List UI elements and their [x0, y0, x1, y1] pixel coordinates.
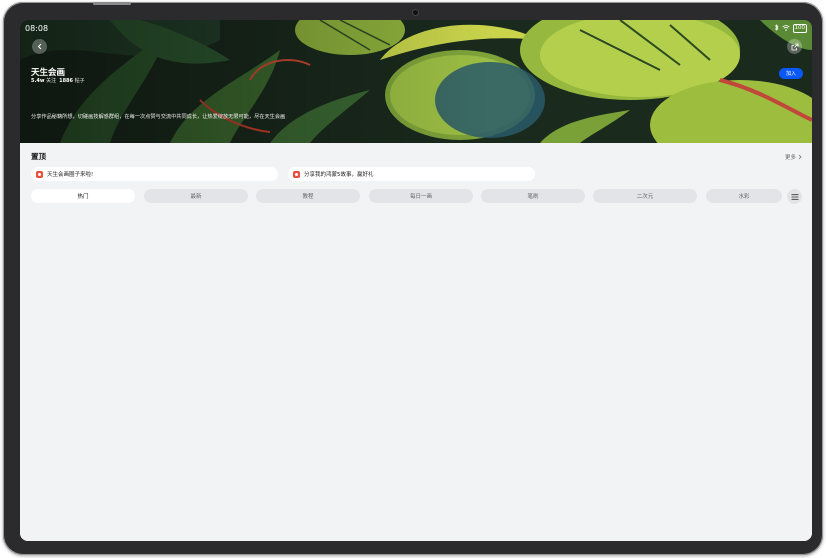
- more-link[interactable]: 更多: [785, 153, 802, 161]
- community-description: 分享作品秘籍所想，切磋画技解惑群组，在每一次点赞与交流中共同成长，让热爱绽放无限…: [31, 114, 286, 120]
- content-sheet: 置顶 更多 天生会画圈子来啦! 分享我的鸿蒙5故事，赢好礼 热门 最新 教程 每…: [20, 143, 812, 541]
- menu-icon: [791, 193, 798, 200]
- tab-anime[interactable]: 二次元: [593, 189, 697, 203]
- pinned-title: 置顶: [31, 152, 46, 161]
- tab-hot[interactable]: 热门: [31, 189, 135, 203]
- members-count: 5.4w: [31, 78, 45, 84]
- join-button[interactable]: 加入: [779, 68, 803, 79]
- more-label: 更多: [785, 155, 797, 161]
- pinned-item-text: 天生会画圈子来啦!: [47, 172, 94, 178]
- wifi-icon: [781, 24, 790, 33]
- screen: 08:08 100 天生会画 5.4w 关注 1886 帖子 分享作品秘籍所想，…: [20, 20, 812, 541]
- community-banner: 08:08 100 天生会画 5.4w 关注 1886 帖子 分享作品秘籍所想，…: [20, 20, 812, 143]
- posts-label: 帖子: [74, 78, 85, 84]
- pin-tag-icon: [293, 170, 300, 178]
- share-icon: [791, 43, 798, 50]
- tab-watercolor[interactable]: 水彩: [706, 189, 782, 203]
- chevron-left-icon: [37, 43, 41, 50]
- volume-button: [93, 2, 131, 5]
- posts-count: 1886: [59, 78, 74, 84]
- pinned-item[interactable]: 分享我的鸿蒙5故事，赢好礼: [288, 167, 535, 181]
- tabs-menu-button[interactable]: [787, 189, 802, 204]
- status-time: 08:08: [25, 24, 49, 33]
- tab-latest[interactable]: 最新: [144, 189, 248, 203]
- pinned-item-text: 分享我的鸿蒙5故事，赢好礼: [304, 172, 374, 178]
- pinned-item[interactable]: 天生会画圈子来啦!: [31, 167, 278, 181]
- chevron-right-icon: [798, 154, 802, 160]
- tablet-frame: 08:08 100 天生会画 5.4w 关注 1886 帖子 分享作品秘籍所想，…: [3, 2, 823, 555]
- bluetooth-icon: [774, 24, 779, 33]
- back-button[interactable]: [32, 39, 47, 54]
- status-icons: 100: [774, 24, 807, 33]
- status-bar: 08:08 100: [20, 20, 812, 40]
- members-label: 关注: [46, 78, 57, 84]
- tab-tutorial[interactable]: 教程: [256, 189, 360, 203]
- tab-daily[interactable]: 每日一画: [369, 189, 473, 203]
- battery-icon: 100: [792, 24, 807, 33]
- tab-brush[interactable]: 笔刷: [481, 189, 585, 203]
- pin-tag-icon: [36, 170, 43, 178]
- community-stats: 5.4w 关注 1886 帖子: [31, 77, 85, 84]
- front-camera: [413, 10, 418, 15]
- share-button[interactable]: [787, 39, 802, 54]
